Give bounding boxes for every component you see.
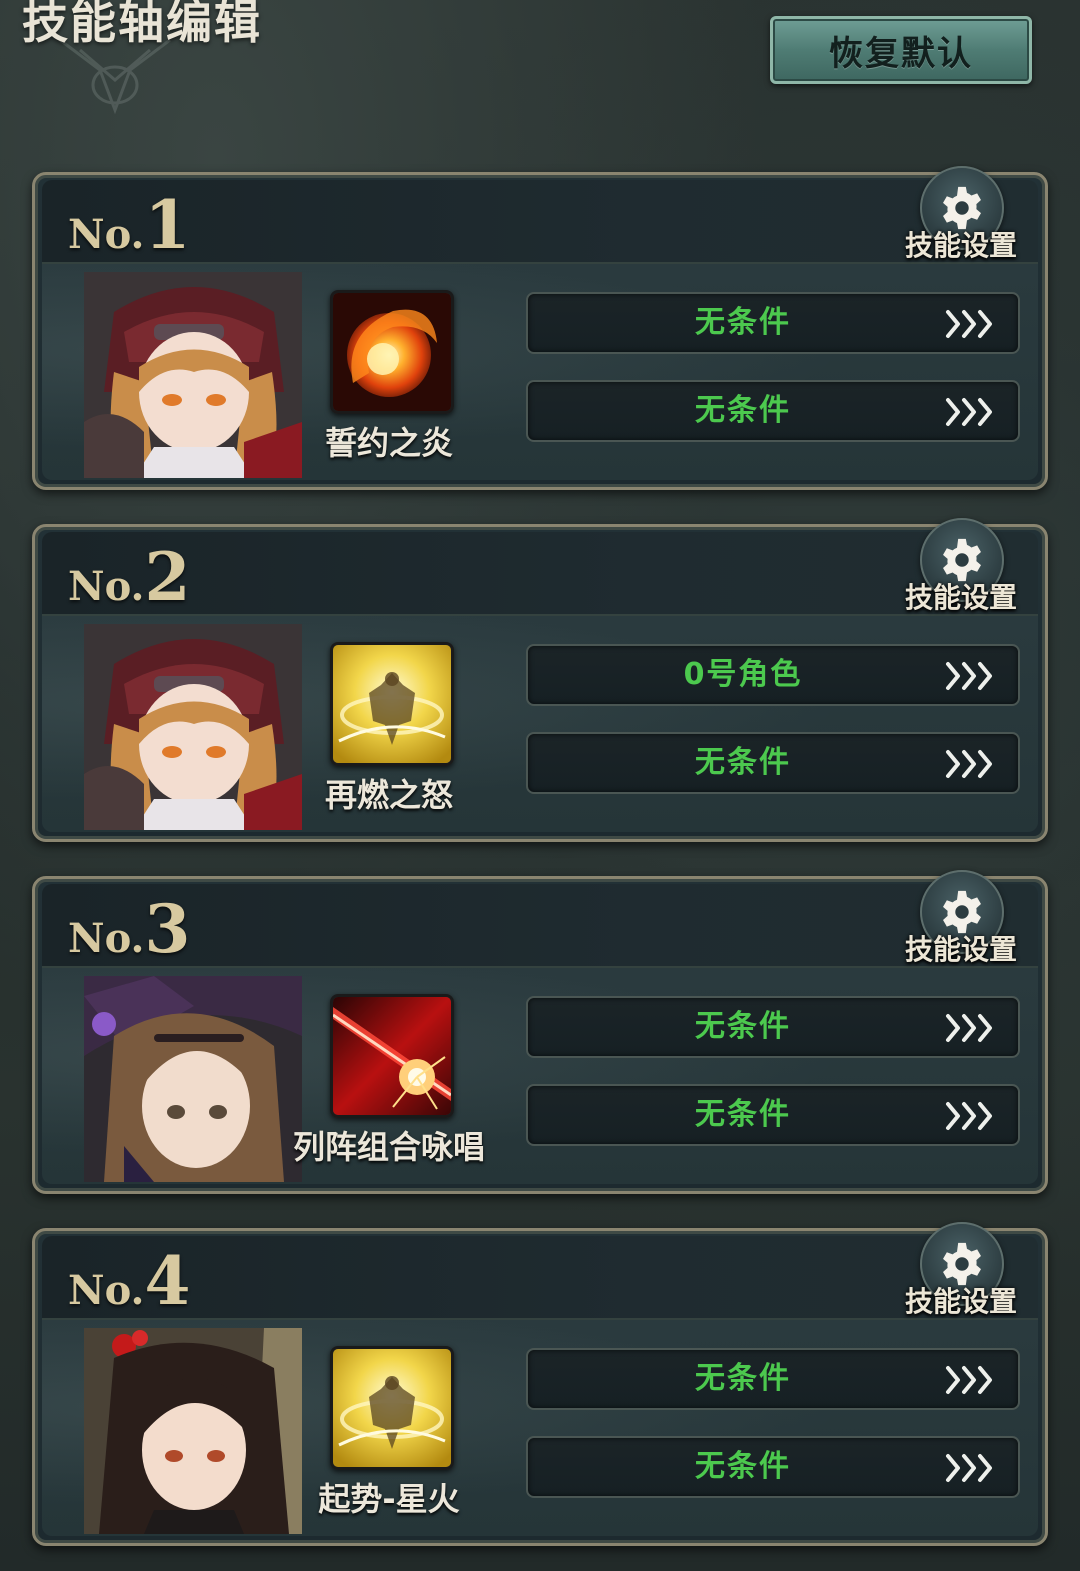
condition-slot-1[interactable]: 0号角色 bbox=[526, 644, 1020, 706]
condition-slot-1[interactable]: 无条件 bbox=[526, 292, 1020, 354]
card-number: No.1 bbox=[68, 186, 190, 264]
skill-card-2: No.2 技能设置 再燃之怒 0号角色 无条件 bbox=[32, 518, 1048, 842]
character-portrait[interactable] bbox=[84, 976, 302, 1182]
card-number-value: 1 bbox=[144, 186, 191, 264]
card-number: No.4 bbox=[68, 1242, 190, 1320]
card-number: No.2 bbox=[68, 538, 190, 616]
card-number-prefix: No. bbox=[68, 915, 145, 962]
skill-card-4: No.4 技能设置 起势-星火 无条件 无条件 bbox=[32, 1222, 1048, 1546]
condition-label: 无条件 bbox=[695, 1361, 791, 1396]
golden-warrior-icon[interactable] bbox=[330, 1346, 454, 1470]
condition-slot-2[interactable]: 无条件 bbox=[526, 1436, 1020, 1498]
condition-label: 无条件 bbox=[695, 305, 791, 340]
header: 技能轴编辑 恢复默认 bbox=[0, 0, 1080, 150]
card-header bbox=[42, 884, 1038, 968]
character-portrait[interactable] bbox=[84, 272, 302, 478]
skill-card-3: No.3 技能设置 列阵组合咏唱 无条件 无条件 bbox=[32, 870, 1048, 1194]
card-number: No.3 bbox=[68, 890, 190, 968]
triple-chevron-right-icon bbox=[944, 306, 1000, 342]
triple-chevron-right-icon bbox=[944, 1450, 1000, 1486]
skill-settings-label[interactable]: 技能设置 bbox=[896, 576, 1026, 616]
character-portrait[interactable] bbox=[84, 1328, 302, 1534]
card-number-value: 4 bbox=[144, 1242, 191, 1320]
character-portrait[interactable] bbox=[84, 624, 302, 830]
condition-label: 无条件 bbox=[695, 1009, 791, 1044]
triple-chevron-right-icon bbox=[944, 658, 1000, 694]
skill-name: 起势-星火 bbox=[318, 1480, 460, 1518]
reset-default-button[interactable]: 恢复默认 bbox=[770, 16, 1032, 84]
condition-slot-1[interactable]: 无条件 bbox=[526, 1348, 1020, 1410]
skill-settings-label[interactable]: 技能设置 bbox=[896, 1280, 1026, 1320]
skill-settings-button[interactable]: 技能设置 bbox=[896, 1222, 1026, 1322]
condition-label: 无条件 bbox=[695, 393, 791, 428]
skill-settings-button[interactable]: 技能设置 bbox=[896, 870, 1026, 970]
skill-name: 誓约之炎 bbox=[324, 424, 453, 462]
card-header bbox=[42, 1236, 1038, 1320]
condition-slot-1[interactable]: 无条件 bbox=[526, 996, 1020, 1058]
triple-chevron-right-icon bbox=[944, 746, 1000, 782]
condition-label: 0号角色 bbox=[683, 657, 803, 692]
page-title: 技能轴编辑 bbox=[22, 0, 262, 49]
triple-chevron-right-icon bbox=[944, 1010, 1000, 1046]
red-beam-icon[interactable] bbox=[330, 994, 454, 1118]
skill-name: 再燃之怒 bbox=[324, 776, 453, 814]
card-number-prefix: No. bbox=[68, 211, 145, 258]
skill-settings-button[interactable]: 技能设置 bbox=[896, 166, 1026, 266]
golden-warrior-icon[interactable] bbox=[330, 642, 454, 766]
condition-slot-2[interactable]: 无条件 bbox=[526, 380, 1020, 442]
condition-label: 无条件 bbox=[695, 745, 791, 780]
card-number-prefix: No. bbox=[68, 563, 145, 610]
triple-chevron-right-icon bbox=[944, 394, 1000, 430]
skill-settings-label[interactable]: 技能设置 bbox=[896, 928, 1026, 968]
card-number-value: 2 bbox=[144, 538, 191, 616]
condition-slot-2[interactable]: 无条件 bbox=[526, 1084, 1020, 1146]
condition-label: 无条件 bbox=[695, 1097, 791, 1132]
skill-card-1: No.1 技能设置 誓约之炎 无条件 无条件 bbox=[32, 166, 1048, 490]
card-header bbox=[42, 180, 1038, 264]
fireball-icon[interactable] bbox=[330, 290, 454, 414]
card-number-prefix: No. bbox=[68, 1267, 145, 1314]
condition-slot-2[interactable]: 无条件 bbox=[526, 732, 1020, 794]
skill-name: 列阵组合咏唱 bbox=[292, 1128, 485, 1166]
condition-label: 无条件 bbox=[695, 1449, 791, 1484]
skill-settings-label[interactable]: 技能设置 bbox=[896, 224, 1026, 264]
skill-settings-button[interactable]: 技能设置 bbox=[896, 518, 1026, 618]
triple-chevron-right-icon bbox=[944, 1098, 1000, 1134]
card-number-value: 3 bbox=[144, 890, 191, 968]
card-header bbox=[42, 532, 1038, 616]
triple-chevron-right-icon bbox=[944, 1362, 1000, 1398]
